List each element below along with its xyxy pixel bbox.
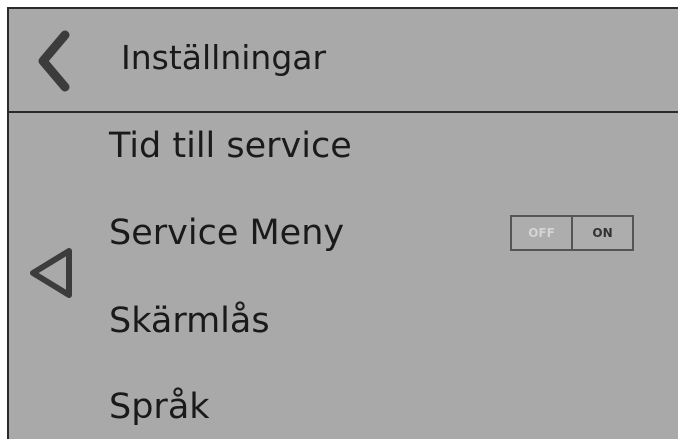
chevron-left-icon (38, 30, 70, 92)
toggle-on-option[interactable]: ON (573, 217, 632, 249)
previous-page-button[interactable] (25, 245, 81, 301)
settings-screen: Inställningar Tid till service Service M… (7, 7, 678, 439)
toggle-off-option[interactable]: OFF (512, 217, 573, 249)
menu-item-skarmlas[interactable]: Skärmlås (109, 298, 270, 344)
page-title: Inställningar (121, 38, 327, 77)
service-menu-toggle[interactable]: OFF ON (510, 215, 634, 251)
back-button[interactable] (29, 29, 85, 93)
menu-item-tid-till-service[interactable]: Tid till service (109, 123, 352, 169)
triangle-left-icon (30, 248, 72, 298)
menu-item-sprak[interactable]: Språk (109, 384, 210, 430)
header-bar: Inställningar (9, 9, 678, 113)
menu-item-service-meny[interactable]: Service Meny (109, 210, 344, 256)
